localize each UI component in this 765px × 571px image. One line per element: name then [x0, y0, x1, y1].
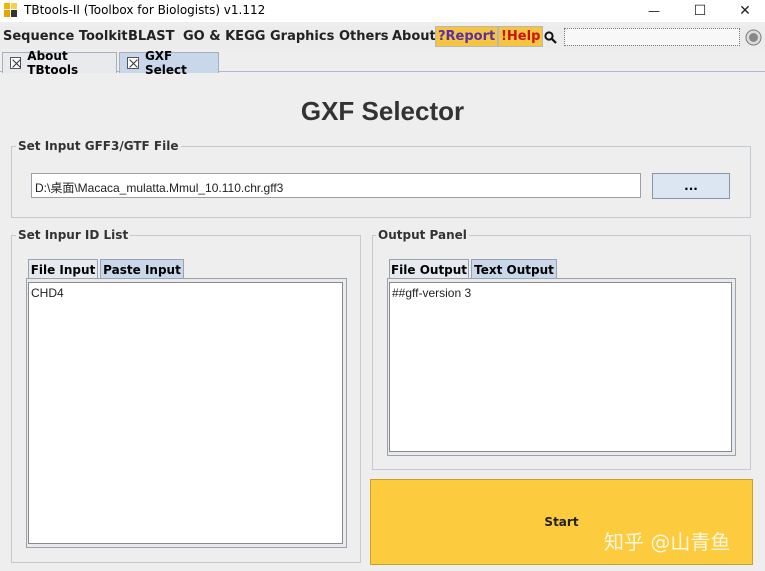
minimize-icon: —	[648, 4, 660, 18]
search-input[interactable]	[564, 28, 740, 46]
close-tab-icon[interactable]	[10, 57, 22, 69]
menu-report[interactable]: ?Report	[435, 26, 499, 47]
maximize-icon: ☐	[693, 3, 707, 19]
menu-help[interactable]: !Help	[498, 26, 544, 47]
status-indicator-icon	[745, 29, 762, 46]
tab-label: About TBtools	[27, 49, 79, 77]
tbtools-logo-icon	[4, 3, 17, 17]
page-title: GXF Selector	[300, 96, 465, 126]
title-bar: TBtools-II (Toolbox for Biologists) v1.1…	[0, 0, 765, 22]
tab-about-tbtools[interactable]: About TBtools	[2, 49, 117, 77]
menu-graphics[interactable]: Graphics	[270, 29, 334, 44]
close-tab-icon[interactable]	[127, 57, 139, 69]
input-file-legend: Set Input GFF3/GTF File	[16, 139, 181, 153]
minimize-button[interactable]: —	[631, 0, 677, 22]
browse-button[interactable]: ...	[652, 173, 730, 199]
output-textarea[interactable]: ##gff-version 3	[389, 282, 732, 452]
menu-bar: Sequence Toolkit BLAST GO & KEGG Graphic…	[0, 26, 765, 49]
id-list-textarea[interactable]: CHD4	[28, 282, 343, 544]
tab-label: GXF Select	[144, 49, 187, 77]
watermark: 知乎 @山青鱼	[604, 530, 731, 554]
input-file-path-field[interactable]: D:\桌面\Macaca_mulatta.Mmul_10.110.chr.gff…	[31, 173, 641, 198]
menu-sequence-toolkit[interactable]: Sequence Toolkit	[3, 29, 128, 44]
maximize-button[interactable]: ☐	[677, 0, 723, 22]
close-icon: ✕	[739, 3, 751, 19]
menu-blast[interactable]: BLAST	[128, 29, 174, 44]
menu-go-kegg[interactable]: GO & KEGG	[183, 29, 265, 44]
search-icon[interactable]	[544, 31, 557, 44]
tab-paste-input[interactable]: Paste Input	[100, 259, 184, 279]
tab-file-input[interactable]: File Input	[28, 259, 98, 279]
output-panel-legend: Output Panel	[376, 228, 469, 242]
start-label: Start	[544, 515, 579, 529]
close-button[interactable]: ✕	[722, 0, 765, 22]
tab-file-output[interactable]: File Output	[389, 259, 469, 279]
menu-others[interactable]: Others	[339, 29, 389, 44]
window-title: TBtools-II (Toolbox for Biologists) v1.1…	[24, 3, 266, 17]
id-list-legend: Set Inpur ID List	[16, 228, 131, 242]
menu-about[interactable]: About	[392, 29, 436, 44]
tab-gxf-select[interactable]: GXF Select	[119, 49, 219, 77]
tab-text-output[interactable]: Text Output	[471, 259, 557, 279]
document-tab-bar: About TBtools GXF Select	[0, 49, 765, 77]
